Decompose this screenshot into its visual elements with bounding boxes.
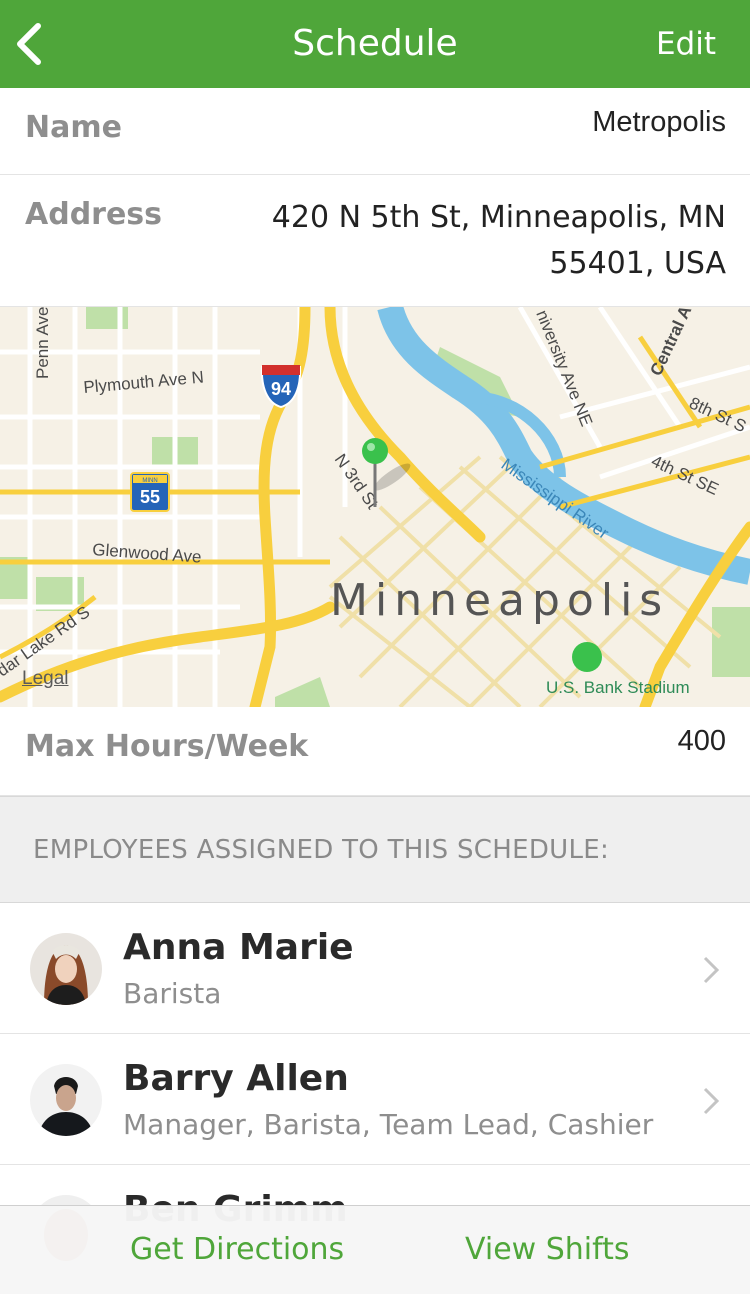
highway-55-shield: MINN 55 [130,472,170,512]
map-park [712,607,750,677]
employee-name: Anna Marie [123,927,354,968]
map-city-label: Minneapolis [330,575,669,626]
max-hours-label: Max Hours/Week [25,729,309,764]
interstate-94-shield: 94 [260,365,302,409]
page-title: Schedule [292,23,458,64]
address-line-1: 420 N 5th St, Minneapolis, MN [271,200,726,235]
map-label-plymouth: Plymouth Ave N [83,368,205,397]
get-directions-button[interactable]: Get Directions [130,1232,344,1267]
avatar [30,933,102,1005]
bottom-toolbar: Get Directions View Shifts [0,1205,750,1294]
address-line-2: 55401, USA [549,246,726,281]
chevron-right-icon [703,956,720,984]
svg-text:MINN: MINN [142,478,157,484]
map-legal-link[interactable]: Legal [22,668,69,690]
avatar [30,1064,102,1136]
map-label-4th: 4th St SE [648,451,721,499]
map-label-8th: 8th St S [686,393,749,436]
edit-button[interactable]: Edit [656,22,716,66]
address-label: Address [25,197,163,232]
employee-roles: Barista [123,977,222,1010]
stadium-icon [572,642,602,672]
section-header-label: EMPLOYEES ASSIGNED TO THIS SCHEDULE: [33,835,610,865]
navigation-bar: Schedule Edit [0,0,750,88]
max-hours-row: Max Hours/Week 400 [0,707,750,796]
map-label-penn: Penn Ave [33,307,52,379]
name-label: Name [25,110,122,145]
employee-row[interactable]: Barry Allen Manager, Barista, Team Lead,… [0,1034,750,1165]
employee-row[interactable]: Anna Marie Barista [0,903,750,1034]
map-label-central: Central A [646,307,695,379]
map-label-university: niversity Ave NE [532,307,596,429]
view-shifts-button[interactable]: View Shifts [465,1232,630,1267]
address-value: 420 N 5th St, Minneapolis, MN 55401, USA [256,195,726,287]
address-row: Address 420 N 5th St, Minneapolis, MN 55… [0,175,750,307]
employee-roles: Manager, Barista, Team Lead, Cashier [123,1108,654,1141]
name-row: Name Metropolis [0,88,750,175]
map-park [275,677,330,707]
max-hours-value: 400 [677,725,726,757]
svg-text:94: 94 [271,379,291,399]
employees-section-header: EMPLOYEES ASSIGNED TO THIS SCHEDULE: [0,796,750,903]
svg-text:55: 55 [140,487,160,507]
map-label-stadium: U.S. Bank Stadium [546,678,690,697]
chevron-right-icon [703,1087,720,1115]
location-map[interactable]: Plymouth Ave N Penn Ave Glenwood Ave dar… [0,307,750,707]
name-value: Metropolis [592,106,726,138]
mississippi-river [377,307,750,585]
map-canvas: Plymouth Ave N Penn Ave Glenwood Ave dar… [0,307,750,707]
employee-name: Barry Allen [123,1058,349,1099]
